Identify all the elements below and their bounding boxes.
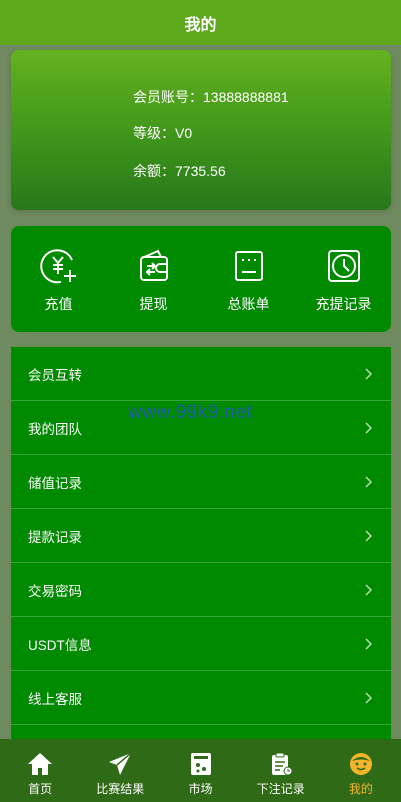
app-header: 我的 [0,0,401,45]
tab-profile-label: 我的 [348,782,373,796]
bill-label: 总账单 [227,296,270,312]
smiley-icon [349,753,372,775]
menu-item-usdt-info[interactable]: USDT信息 [11,617,391,671]
chevron-right-icon [365,475,373,488]
chevron-right-icon [365,421,373,434]
menu-item-label: 提款记录 [28,529,82,545]
balance-label: 余额： [133,163,175,179]
withdraw-button[interactable]: 提现 [106,226,201,332]
tab-market[interactable]: 市场 [160,739,240,802]
menu-item-label: 会员互转 [28,367,82,383]
recharge-icon [39,249,76,284]
tab-home-label: 首页 [28,782,53,796]
tab-home[interactable]: 首页 [0,739,80,802]
watermark-text: www.99k9.net [128,402,253,423]
level-label: 等级： [133,125,175,141]
menu-item-withdraw-records[interactable]: 提款记录 [11,509,391,563]
paper-plane-icon [109,752,132,775]
chevron-right-icon [365,583,373,596]
bill-icon [234,251,263,281]
recharge-label: 充值 [44,296,73,312]
recharge-button[interactable]: 充值 [11,226,106,332]
menu-item-label: 储值记录 [28,475,82,491]
tab-profile[interactable]: 我的 [321,739,401,802]
chevron-right-icon [365,367,373,380]
menu-item-label: 交易密码 [28,583,82,599]
withdraw-label: 提现 [139,296,168,312]
chevron-right-icon [365,529,373,542]
chevron-right-icon [365,691,373,704]
clock-icon [327,250,360,282]
member-account-label: 会员账号： [133,89,203,105]
tab-bet-records[interactable]: 下注记录 [241,739,321,802]
clipboard-icon [271,752,293,776]
home-icon [28,753,53,775]
balance-row: 余额：7735.56 [133,161,226,181]
menu-item-label: 线上客服 [28,691,82,707]
account-card: 会员账号：13888888881 等级：V0 余额：7735.56 [11,50,391,210]
level-row: 等级：V0 [133,123,192,143]
tab-results-label: 比赛结果 [96,782,145,796]
records-label: 充提记录 [315,296,372,312]
quick-actions: 充值 提现 总账单 充提记录 [11,226,391,332]
menu-item-customer-service[interactable]: 线上客服 [11,671,391,725]
market-icon [190,753,211,775]
tab-market-label: 市场 [188,782,213,796]
bill-button[interactable]: 总账单 [201,226,296,332]
tab-results[interactable]: 比赛结果 [80,739,160,802]
member-account-row: 会员账号：13888888881 [133,87,289,107]
menu-item-trade-password[interactable]: 交易密码 [11,563,391,617]
page-title: 我的 [184,16,217,34]
bottom-tab-bar: 首页 比赛结果 市场 下注记录 我的 [0,739,401,802]
menu-item-deposit-records[interactable]: 储值记录 [11,455,391,509]
balance-value: 7735.56 [175,163,226,179]
menu-item-label: 我的团队 [28,421,82,437]
member-account-value: 13888888881 [203,89,289,105]
wallet-icon [139,249,168,281]
tab-bet-records-label: 下注记录 [256,782,305,796]
level-value: V0 [175,125,193,141]
menu-item-transfer[interactable]: 会员互转 [11,347,391,401]
menu-item-label: USDT信息 [28,637,92,653]
chevron-right-icon [365,637,373,650]
records-button[interactable]: 充提记录 [296,226,391,332]
